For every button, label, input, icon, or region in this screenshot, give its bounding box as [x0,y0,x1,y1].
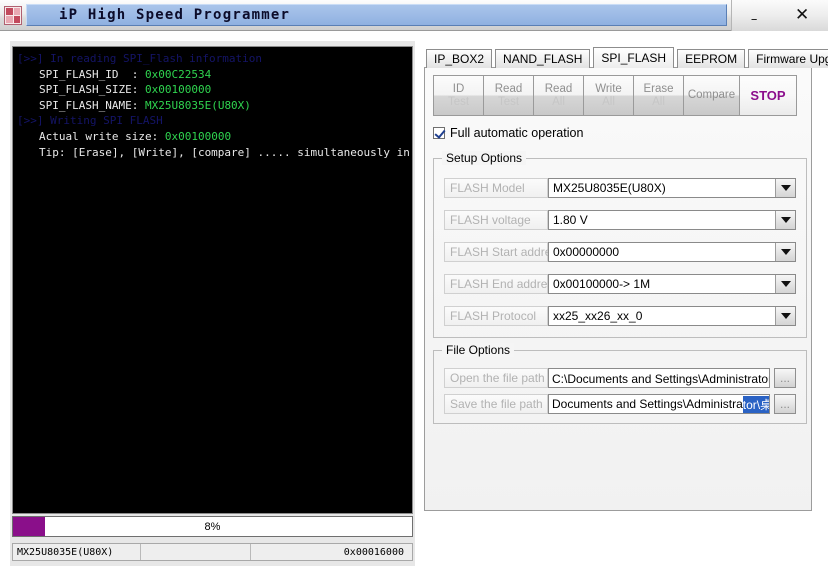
status-bar: MX25U8035E(U80X) 0x00016000 [12,543,413,561]
flash-protocol-value: xx25_xx26_xx_0 [553,309,643,323]
flash-protocol-combo[interactable]: xx25_xx26_xx_0 [548,306,796,326]
status-address: 0x00016000 [343,546,404,558]
flash-start-address-row: FLASH Start address 0x00000000 [444,242,796,262]
log-label: SPI_FLASH_SIZE: [39,83,139,97]
read-test-label-2: Test [497,95,520,108]
title-bar: iP High Speed Programmer – ✕ [0,0,828,31]
save-path-selected-text: tor\桌面\AAA [742,395,769,413]
file-options-group: File Options Open the file path C:\Docum… [433,343,807,424]
tab-ip-box2[interactable]: IP_BOX2 [426,49,493,68]
read-test-button[interactable]: Read Test [484,76,534,115]
log-line: Tip: [Erase], [Write], [compare] ..... s… [39,145,410,159]
flash-protocol-label: FLASH Protocol [444,306,548,326]
tab-strip: IP_BOX2 NAND_FLASH SPI_FLASH EEPROM Firm… [426,47,828,68]
status-middle [141,544,251,560]
checkbox-icon[interactable] [433,127,445,139]
read-test-label-1: Read [494,82,523,95]
erase-all-label-1: Erase [643,82,674,95]
flash-voltage-row: FLASH voltage 1.80 V [444,210,796,230]
setup-options-group: Setup Options FLASH Model MX25U8035E(U80… [433,151,807,338]
flash-end-address-value: 0x00100000-> 1M [553,277,651,291]
flash-model-combo[interactable]: MX25U8035E(U80X) [548,178,796,198]
id-test-label-2: Test [447,95,470,108]
minimize-icon[interactable]: – [732,0,776,35]
app-grid-icon [4,5,22,25]
chevron-down-icon[interactable] [775,179,795,197]
flash-voltage-combo[interactable]: 1.80 V [548,210,796,230]
flash-end-address-label: FLASH End address [444,274,559,294]
read-all-label-2: All [552,95,565,108]
log-line: SPI_FLASH_NAME: MX25U8035E(U80X) [17,98,410,114]
save-file-path-row: Save the file path Documents and Setting… [444,394,796,414]
flash-end-address-row: FLASH End address 0x00100000-> 1M [444,274,796,294]
erase-all-label-2: All [652,95,665,108]
log-value: 0x00C22534 [144,67,212,81]
flash-voltage-value: 1.80 V [553,213,588,227]
setup-options-title: Setup Options [442,151,527,165]
log-line: SPI_FLASH_ID : 0x00C22534 [17,67,410,83]
full-automatic-operation-checkbox-row[interactable]: Full automatic operation [433,126,583,140]
flash-start-address-value: 0x00000000 [553,245,620,259]
tab-panel-spi-flash: ID Test Read Test Read All Write All Era… [424,67,812,511]
log-line: Actual write size: 0x00100000 [17,129,410,145]
flash-start-address-combo[interactable]: 0x00000000 [548,242,796,262]
write-all-label-2: All [602,95,615,108]
status-chip-name: MX25U8035E(U80X) [13,544,141,560]
compare-label: Compare [687,89,736,101]
read-all-button[interactable]: Read All [534,76,584,115]
flash-model-row: FLASH Model MX25U8035E(U80X) [444,178,796,198]
chevron-down-icon[interactable] [775,211,795,229]
window-controls: – ✕ [731,0,828,31]
action-button-bar: ID Test Read Test Read All Write All Era… [433,75,797,116]
log-line: SPI_FLASH_SIZE: 0x00100000 [17,82,410,98]
console-log[interactable]: [>>] In reading SPI_Flash information SP… [12,46,413,514]
log-label: SPI_FLASH_NAME: [39,98,139,112]
progress-label: 8% [204,520,221,533]
log-label: SPI_FLASH_ID : [39,67,139,81]
window-title: iP High Speed Programmer [59,7,291,23]
log-line: [>>] Writing SPI FLASH [17,114,163,128]
erase-all-button[interactable]: Erase All [634,76,684,115]
stop-label: STOP [750,88,786,103]
progress-bar: 8% [12,516,413,537]
compare-button[interactable]: Compare [684,76,740,115]
flash-protocol-row: FLASH Protocol xx25_xx26_xx_0 [444,306,796,326]
title-caption: iP High Speed Programmer [26,4,727,26]
chevron-down-icon[interactable] [775,307,795,325]
log-value: 0x00100000 [164,129,232,143]
write-all-button[interactable]: Write All [584,76,634,115]
log-value: 0x00100000 [144,83,212,97]
flash-voltage-label: FLASH voltage [444,210,548,230]
save-file-path-label: Save the file path [444,394,548,414]
id-test-label-1: ID [452,82,465,95]
tab-eeprom[interactable]: EEPROM [677,49,746,68]
close-icon[interactable]: ✕ [776,0,828,31]
open-file-path-input[interactable]: C:\Documents and Settings\Administrator\… [548,368,770,388]
open-file-browse-button[interactable]: ... [774,368,796,388]
log-value: MX25U8035E(U80X) [144,98,251,112]
read-all-label-1: Read [544,82,573,95]
stop-button[interactable]: STOP [740,76,796,115]
open-file-path-row: Open the file path C:\Documents and Sett… [444,368,796,388]
right-panel: IP_BOX2 NAND_FLASH SPI_FLASH EEPROM Firm… [420,41,828,566]
tab-spi-flash[interactable]: SPI_FLASH [593,47,675,68]
save-file-path-input[interactable]: Documents and Settings\Administrator\桌面\… [548,394,770,414]
flash-end-address-combo[interactable]: 0x00100000-> 1M [548,274,796,294]
flash-start-address-label: FLASH Start address [444,242,563,262]
save-file-browse-button[interactable]: ... [774,394,796,414]
chevron-down-icon[interactable] [775,275,795,293]
log-label: Actual write size: [39,129,159,143]
file-options-title: File Options [442,343,515,357]
save-path-plain-text: Documents and Settings\Administra [552,397,743,411]
write-all-label-1: Write [595,82,622,95]
flash-model-label: FLASH Model [444,178,548,198]
chevron-down-icon[interactable] [775,243,795,261]
log-line: [>>] In reading SPI_Flash information [17,52,263,65]
id-test-button[interactable]: ID Test [434,76,484,115]
full-automatic-operation-label: Full automatic operation [450,126,584,140]
flash-model-value: MX25U8035E(U80X) [553,181,666,195]
tab-nand-flash[interactable]: NAND_FLASH [495,49,591,68]
open-file-path-label: Open the file path [444,368,548,388]
tab-firmware-upgrade[interactable]: Firmware Upgrade [748,49,828,68]
